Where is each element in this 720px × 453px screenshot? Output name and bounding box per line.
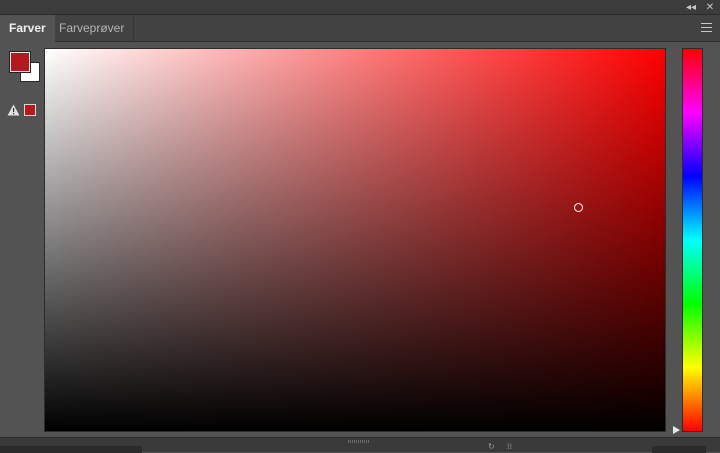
hue-slider[interactable] — [682, 48, 703, 432]
tab-farveprover[interactable]: Farveprøver — [50, 15, 135, 41]
gamut-warning-icon[interactable] — [7, 104, 20, 116]
panel-menu-icon[interactable] — [701, 23, 712, 32]
color-picker-ring[interactable] — [574, 203, 583, 212]
foreground-color-swatch[interactable] — [10, 52, 30, 72]
collapse-panel-icon[interactable]: ◂◂ — [684, 0, 698, 15]
footer-refresh-icon: ↻ — [488, 442, 495, 451]
resize-grip[interactable] — [348, 440, 370, 443]
footer-grip-icon: ⁞⁞ — [507, 442, 513, 451]
saturation-brightness-field[interactable] — [44, 48, 666, 432]
panel-footer: ↻ ⁞⁞ — [0, 437, 720, 453]
tab-farver[interactable]: Farver — [0, 15, 55, 42]
gamut-warning-swatch[interactable] — [24, 104, 36, 116]
hue-slider-marker-icon[interactable] — [673, 426, 680, 434]
close-panel-icon[interactable]: ✕ — [703, 0, 717, 15]
panel-titlebar: ◂◂ ✕ — [0, 0, 720, 15]
panel-tab-bar: Farver Farveprøver — [0, 15, 720, 42]
